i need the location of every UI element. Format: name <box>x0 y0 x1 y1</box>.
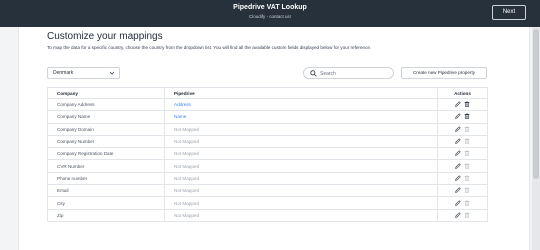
create-property-button[interactable]: Create new Pipedrive property <box>401 67 487 79</box>
trash-icon <box>464 138 470 145</box>
trash-icon[interactable] <box>464 113 470 120</box>
table-row: Zip Not Mapped <box>47 208 488 222</box>
pencil-icon[interactable] <box>455 113 461 120</box>
pencil-icon[interactable] <box>455 138 461 145</box>
app-subtitle-link[interactable]: Cloudify - contact us! <box>0 14 540 19</box>
next-button[interactable]: Next <box>492 5 526 20</box>
pipedrive-field-cell[interactable]: Name <box>164 110 438 124</box>
company-field-cell: CVR Number <box>47 159 165 173</box>
search-icon <box>310 70 317 77</box>
trash-icon <box>464 150 470 157</box>
mappings-table: Company Pipedrive Actions Company Addres… <box>47 87 488 222</box>
scrollbar-thumb[interactable] <box>533 29 539 179</box>
actions-cell <box>437 147 488 161</box>
table-header-row: Company Pipedrive Actions <box>47 87 488 99</box>
search-box[interactable] <box>303 67 394 79</box>
actions-cell <box>437 134 488 149</box>
pencil-icon[interactable] <box>455 199 461 207</box>
column-header-pipedrive: Pipedrive <box>164 87 438 99</box>
table-row: Company Registration Date Not Mapped <box>47 147 488 161</box>
actions-cell <box>437 184 488 198</box>
actions-cell <box>437 159 488 173</box>
table-row: Company Name Name <box>47 110 488 124</box>
pipedrive-field-cell: Not Mapped <box>164 208 438 222</box>
trash-icon[interactable] <box>464 101 470 108</box>
pipedrive-field-cell: Not Mapped <box>164 122 438 136</box>
company-field-cell: Company Name <box>47 110 165 124</box>
table-row: Phone number Not Mapped <box>47 171 488 186</box>
pencil-icon[interactable] <box>455 162 461 170</box>
search-input[interactable] <box>320 69 390 78</box>
pencil-icon[interactable] <box>455 126 461 133</box>
pipedrive-field-cell: Not Mapped <box>164 147 438 161</box>
pipedrive-field-cell[interactable]: Address <box>164 97 438 112</box>
table-row: Company Address Address <box>47 97 488 112</box>
column-header-company: Company <box>47 87 165 99</box>
chevron-down-icon <box>109 68 115 82</box>
trash-icon <box>464 212 470 219</box>
pipedrive-field-cell: Not Mapped <box>164 134 438 149</box>
pencil-icon[interactable] <box>455 175 461 182</box>
company-field-cell: Zip <box>47 208 165 222</box>
actions-cell <box>437 208 488 222</box>
column-header-actions: Actions <box>437 87 488 99</box>
table-row: Company Domain Not Mapped <box>47 122 488 136</box>
actions-cell <box>437 97 488 112</box>
company-field-cell: Phone number <box>47 171 165 186</box>
trash-icon <box>464 175 470 182</box>
pipedrive-field-cell: Not Mapped <box>164 159 438 173</box>
company-field-cell: Company Registration Date <box>47 147 165 161</box>
country-select[interactable]: Denmark <box>47 67 120 79</box>
pencil-icon[interactable] <box>455 101 461 108</box>
pencil-icon[interactable] <box>455 150 461 157</box>
pipedrive-field-cell: Not Mapped <box>164 171 438 186</box>
scrollbar[interactable] <box>532 27 540 250</box>
company-field-cell: Company Number <box>47 134 165 149</box>
table-row: City Not Mapped <box>47 196 488 210</box>
pencil-icon[interactable] <box>455 187 461 194</box>
pencil-icon[interactable] <box>455 212 461 219</box>
pipedrive-field-cell: Not Mapped <box>164 184 438 198</box>
trash-icon <box>464 199 470 207</box>
company-field-cell: Company Domain <box>47 122 165 136</box>
country-select-value: Denmark <box>53 70 74 76</box>
table-row: CVR Number Not Mapped <box>47 159 488 173</box>
actions-cell <box>437 110 488 124</box>
page-title: Customize your mappings <box>47 31 163 42</box>
app-title: Pipedrive VAT Lookup <box>233 4 307 11</box>
company-field-cell: Company Address <box>47 97 165 112</box>
actions-cell <box>437 171 488 186</box>
trash-icon <box>464 126 470 133</box>
trash-icon <box>464 162 470 170</box>
table-row: Company Number Not Mapped <box>47 134 488 149</box>
trash-icon <box>464 187 470 194</box>
company-field-cell: City <box>47 196 165 210</box>
company-field-cell: Email <box>47 184 165 198</box>
actions-cell <box>437 196 488 210</box>
pipedrive-field-cell: Not Mapped <box>164 196 438 210</box>
page-description: To map the data for a specific country, … <box>47 45 372 50</box>
actions-cell <box>437 122 488 136</box>
top-bar: Pipedrive VAT Lookup Cloudify - contact … <box>0 0 540 27</box>
table-row: Email Not Mapped <box>47 184 488 198</box>
